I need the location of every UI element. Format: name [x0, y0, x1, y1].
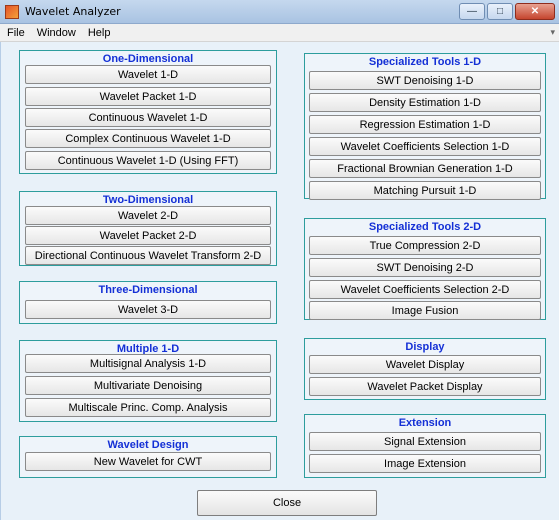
matching-pursuit-1d-button[interactable]: Matching Pursuit 1-D [309, 181, 541, 200]
multivariate-denoising-button[interactable]: Multivariate Denoising [25, 376, 271, 395]
panel-title: Specialized Tools 1-D [368, 56, 482, 68]
continuous-wavelet-1d-button[interactable]: Continuous Wavelet 1-D [25, 108, 271, 127]
continuous-wavelet-1d-fft-button[interactable]: Continuous Wavelet 1-D (Using FFT) [25, 151, 271, 170]
window-controls: — □ ✕ [459, 3, 555, 20]
menu-window[interactable]: Window [33, 27, 84, 39]
wavelet-1d-button[interactable]: Wavelet 1-D [25, 65, 271, 84]
matlab-icon [5, 5, 19, 19]
signal-extension-button[interactable]: Signal Extension [309, 432, 541, 451]
panel-title: Display [405, 341, 445, 353]
title-bar: Wavelet Analyzer — □ ✕ [0, 0, 559, 24]
window-title: Wavelet Analyzer [25, 5, 121, 18]
wavelet-2d-button[interactable]: Wavelet 2-D [25, 206, 271, 225]
fractional-brownian-generation-1d-button[interactable]: Fractional Brownian Generation 1-D [309, 159, 541, 178]
swt-denoising-1d-button[interactable]: SWT Denoising 1-D [309, 71, 541, 90]
true-compression-2d-button[interactable]: True Compression 2-D [309, 236, 541, 255]
wavelet-display-button[interactable]: Wavelet Display [309, 355, 541, 374]
menu-bar: File Window Help ▾ [0, 24, 559, 42]
panel-title: Wavelet Design [107, 439, 189, 451]
wavelet-packet-display-button[interactable]: Wavelet Packet Display [309, 377, 541, 396]
panel-title: One-Dimensional [102, 53, 194, 65]
close-button[interactable]: Close [197, 490, 377, 516]
panel-title: Specialized Tools 2-D [368, 221, 482, 233]
complex-continuous-wavelet-1d-button[interactable]: Complex Continuous Wavelet 1-D [25, 129, 271, 148]
wavelet-3d-button[interactable]: Wavelet 3-D [25, 300, 271, 319]
regression-estimation-1d-button[interactable]: Regression Estimation 1-D [309, 115, 541, 134]
maximize-button[interactable]: □ [487, 3, 513, 20]
density-estimation-1d-button[interactable]: Density Estimation 1-D [309, 93, 541, 112]
wavelet-coefficients-selection-1d-button[interactable]: Wavelet Coefficients Selection 1-D [309, 137, 541, 156]
close-window-button[interactable]: ✕ [515, 3, 555, 20]
wavelet-packet-1d-button[interactable]: Wavelet Packet 1-D [25, 87, 271, 106]
minimize-button[interactable]: — [459, 3, 485, 20]
directional-cwt-2d-button[interactable]: Directional Continuous Wavelet Transform… [25, 246, 271, 265]
new-wavelet-for-cwt-button[interactable]: New Wavelet for CWT [25, 452, 271, 471]
multisignal-analysis-1d-button[interactable]: Multisignal Analysis 1-D [25, 354, 271, 373]
panel-title: Three-Dimensional [98, 284, 198, 296]
menu-help[interactable]: Help [84, 27, 119, 39]
image-extension-button[interactable]: Image Extension [309, 454, 541, 473]
multiscale-pca-button[interactable]: Multiscale Princ. Comp. Analysis [25, 398, 271, 417]
menu-overflow-icon[interactable]: ▾ [550, 27, 555, 38]
wavelet-coefficients-selection-2d-button[interactable]: Wavelet Coefficients Selection 2-D [309, 280, 541, 299]
image-fusion-button[interactable]: Image Fusion [309, 301, 541, 320]
panel-title: Two-Dimensional [102, 194, 194, 206]
menu-file[interactable]: File [3, 27, 33, 39]
swt-denoising-2d-button[interactable]: SWT Denoising 2-D [309, 258, 541, 277]
panel-title: Extension [398, 417, 452, 429]
wavelet-packet-2d-button[interactable]: Wavelet Packet 2-D [25, 226, 271, 245]
